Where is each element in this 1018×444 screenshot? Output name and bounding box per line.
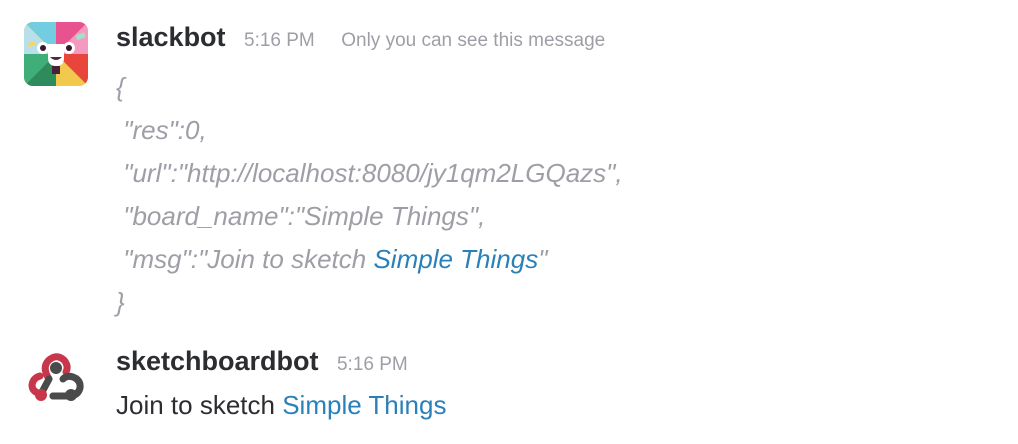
json-url-line: "url":"http://localhost:8080/jy1qm2LGQaz… (116, 158, 623, 188)
timestamp[interactable]: 5:16 PM (244, 30, 315, 51)
message-text: Join to sketch Simple Things (116, 388, 1008, 422)
message-body: sketchboardbot 5:16 PM Join to sketch Si… (116, 346, 1008, 422)
webhook-icon[interactable] (24, 348, 88, 412)
json-res-line: "res":0, (116, 115, 207, 145)
timestamp[interactable]: 5:16 PM (337, 354, 408, 375)
message-body: slackbot 5:16 PM Only you can see this m… (116, 22, 1008, 324)
json-output: { "res":0, "url":"http://localhost:8080/… (116, 66, 1008, 324)
slackbot-avatar-icon[interactable] (24, 22, 88, 86)
json-close-brace: } (116, 287, 125, 317)
json-board-name-line: "board_name":"Simple Things", (116, 201, 486, 231)
json-open-brace: { (116, 72, 125, 102)
username[interactable]: sketchboardbot (116, 346, 319, 376)
username[interactable]: slackbot (116, 22, 226, 52)
simple-things-link[interactable]: Simple Things (282, 390, 446, 420)
json-msg-prefix: "msg":"Join to sketch (116, 244, 374, 274)
message-text-prefix: Join to sketch (116, 390, 283, 420)
json-msg-suffix: " (538, 244, 548, 274)
simple-things-link[interactable]: Simple Things (373, 244, 538, 274)
message-header: sketchboardbot 5:16 PM (116, 346, 1008, 376)
message-header: slackbot 5:16 PM Only you can see this m… (116, 22, 1008, 52)
json-msg-line: "msg":"Join to sketch Simple Things" (116, 238, 1008, 281)
visibility-note: Only you can see this message (341, 30, 606, 51)
